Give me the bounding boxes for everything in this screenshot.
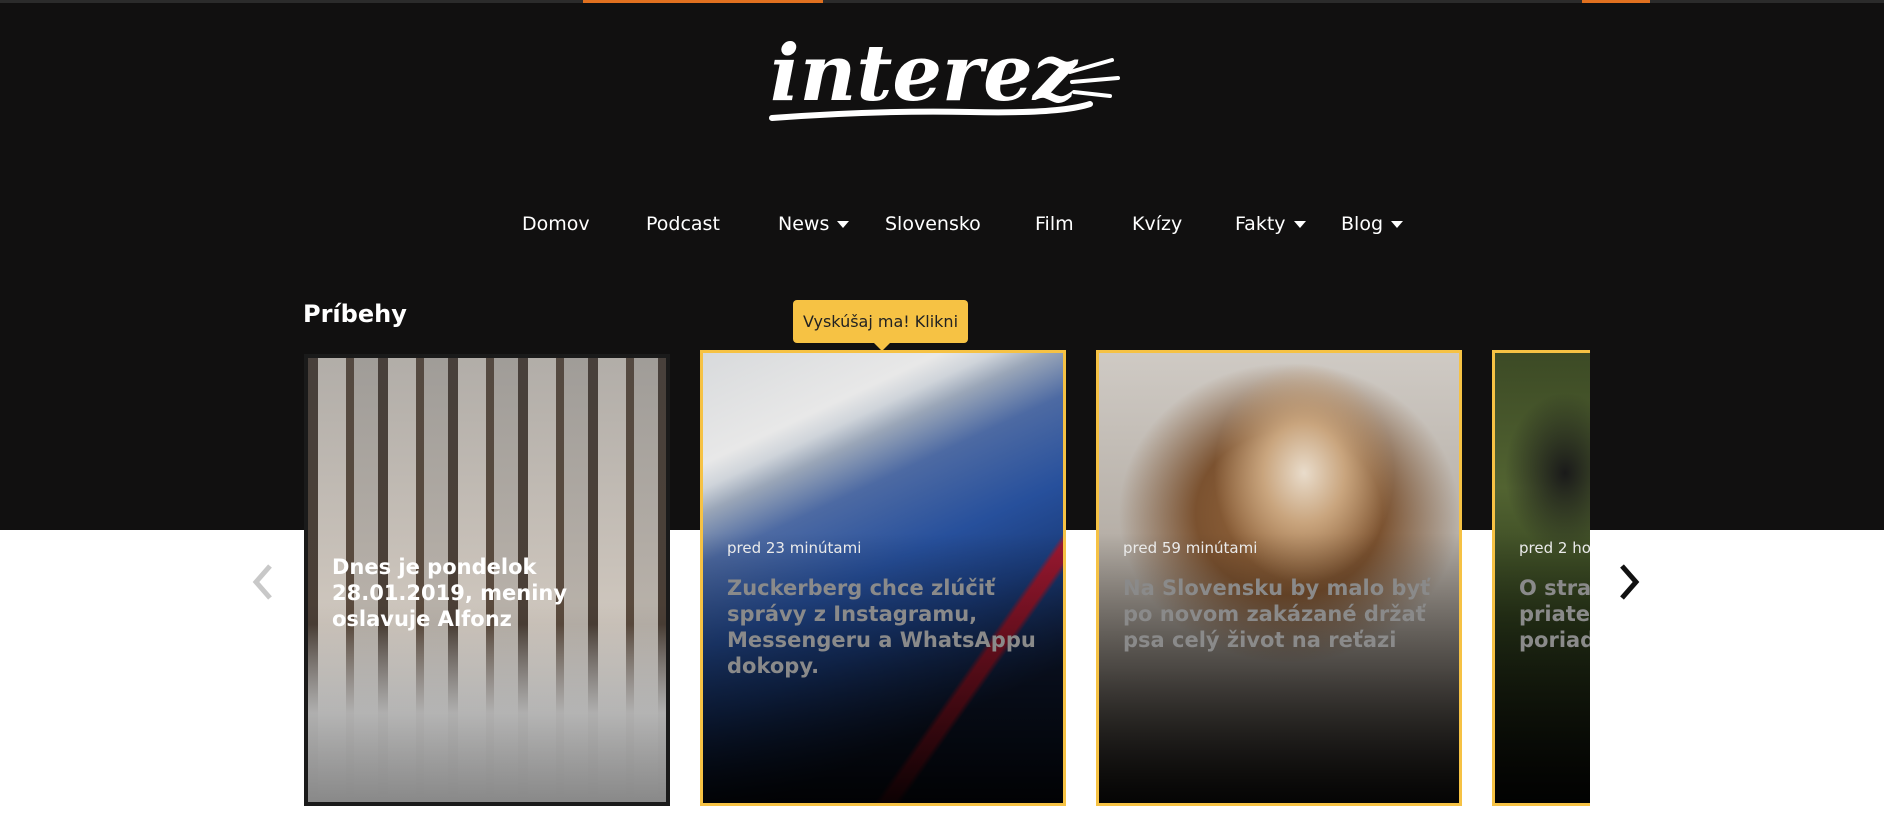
chevron-down-icon	[1293, 221, 1306, 228]
nav-label: Podcast	[646, 213, 720, 235]
nav-item-blog[interactable]: Blog	[1341, 208, 1403, 240]
story-time: pred 59 minútami	[1123, 539, 1258, 557]
story-title: Dnes je pondelok 28.01.2019, meniny osla…	[332, 555, 568, 631]
chevron-down-icon	[837, 221, 850, 228]
accent-segment	[583, 0, 823, 3]
story-time: pred 23 minútami	[727, 539, 862, 557]
nav-item-domov[interactable]: Domov	[522, 208, 590, 240]
nav-label: Domov	[522, 213, 590, 235]
story-title: Zuckerberg chce zlúčiť správy z Instagra…	[727, 576, 1036, 678]
accent-segment	[1582, 0, 1650, 3]
top-accent-line	[0, 0, 1884, 3]
nav-item-news[interactable]: News	[778, 208, 850, 240]
chevron-left-icon	[252, 564, 272, 600]
nav-label: News	[778, 213, 830, 235]
carousel-next-button[interactable]	[1614, 560, 1644, 604]
story-title: Na Slovensku by malo byť po novom zakáza…	[1123, 576, 1431, 652]
nav-item-slovensko[interactable]: Slovensko	[885, 208, 981, 240]
stories-carousel: Dnes je pondelok 28.01.2019, meniny osla…	[300, 350, 1590, 810]
carousel-prev-button[interactable]	[248, 560, 278, 604]
nav-label: Blog	[1341, 213, 1383, 235]
nav-item-film[interactable]: Film	[1035, 208, 1074, 240]
section-title-stories: Príbehy	[303, 300, 407, 328]
story-card-highlighted[interactable]: pred 23 minútami Zuckerberg chce zlúčiť …	[700, 350, 1066, 806]
nav-label: Slovensko	[885, 213, 981, 235]
chevron-right-icon	[1620, 564, 1640, 600]
main-navigation: Domov Podcast News Slovensko Film Kvízy …	[0, 208, 1884, 244]
story-time: pred 2 hodinami	[1519, 539, 1590, 557]
image-shade	[1099, 533, 1459, 803]
image-shade	[1495, 533, 1590, 803]
nav-label: Film	[1035, 213, 1074, 235]
story-card-highlighted[interactable]: pred 59 minútami Na Slovensku by malo by…	[1096, 350, 1462, 806]
logo-wordmark: interez	[770, 28, 1079, 119]
story-card-highlighted[interactable]: pred 2 hodinami O stravu v lese sa posta…	[1492, 350, 1590, 806]
site-logo[interactable]: interez	[760, 22, 1130, 132]
try-me-tooltip[interactable]: Vyskúšaj ma! Klikni	[793, 300, 968, 351]
image-shade	[308, 602, 666, 802]
nav-label: Kvízy	[1132, 213, 1183, 235]
story-title: O stravu v lese sa postarali priatelia, …	[1519, 576, 1590, 652]
nav-item-podcast[interactable]: Podcast	[646, 208, 720, 240]
nav-label: Fakty	[1235, 213, 1286, 235]
chevron-down-icon	[1391, 221, 1403, 228]
nav-item-fakty[interactable]: Fakty	[1235, 208, 1306, 240]
nav-item-kvizy[interactable]: Kvízy	[1132, 208, 1182, 240]
story-card[interactable]: Dnes je pondelok 28.01.2019, meniny osla…	[304, 354, 670, 806]
